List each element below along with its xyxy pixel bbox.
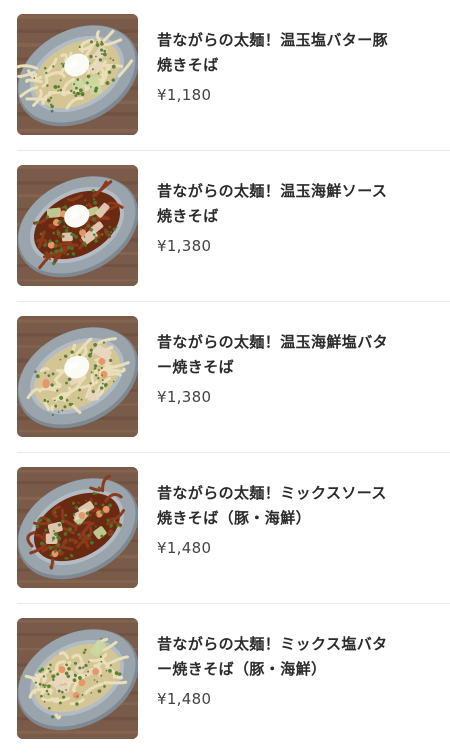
menu-item-price: ¥1,480 (157, 690, 212, 708)
menu-item-price: ¥1,180 (157, 86, 212, 104)
menu-item-info: 昔ながらの太麺！温玉海鮮塩バター焼きそば ¥1,380 (157, 330, 400, 406)
menu-item-info: 昔ながらの太麺！温玉塩バター豚焼きそば ¥1,180 (157, 28, 400, 104)
shio-butter-pork-yakisoba-photo[interactable] (17, 14, 138, 135)
menu-item-name: 昔ながらの太麺！温玉海鮮ソース焼きそば (157, 182, 388, 225)
food-photo (17, 316, 138, 437)
menu-item-info: 昔ながらの太麺！ミックスソース焼きそば（豚・海鮮） ¥1,480 (157, 481, 400, 557)
food-photo (17, 467, 138, 588)
seafood-sauce-yakisoba-photo[interactable] (17, 165, 138, 286)
menu-item-name: 昔ながらの太麺！ミックス塩バター焼きそば（豚・海鮮） (157, 635, 388, 678)
menu-item-price: ¥1,380 (157, 388, 212, 406)
food-photo (17, 14, 138, 135)
menu-item[interactable]: 昔ながらの太麺！温玉海鮮塩バター焼きそば ¥1,380 (0, 302, 450, 453)
food-photo (17, 165, 138, 286)
mix-sauce-yakisoba-photo[interactable] (17, 467, 138, 588)
menu-item[interactable]: 昔ながらの太麺！温玉海鮮ソース焼きそば ¥1,380 (0, 151, 450, 302)
menu-item[interactable]: 昔ながらの太麺！ミックス塩バター焼きそば（豚・海鮮） ¥1,480 (0, 604, 450, 755)
menu-item-price: ¥1,380 (157, 237, 212, 255)
menu-item[interactable]: 昔ながらの太麺！温玉塩バター豚焼きそば ¥1,180 (0, 0, 450, 151)
menu-item-info: 昔ながらの太麺！温玉海鮮ソース焼きそば ¥1,380 (157, 179, 400, 255)
menu-item-name: 昔ながらの太麺！温玉塩バター豚焼きそば (157, 31, 389, 74)
seafood-shio-butter-yakisoba-photo[interactable] (17, 316, 138, 437)
menu-item-price: ¥1,480 (157, 539, 212, 557)
mix-shio-butter-yakisoba-photo[interactable] (17, 618, 138, 739)
menu-item-name: 昔ながらの太麺！ミックスソース焼きそば（豚・海鮮） (157, 484, 387, 527)
food-photo (17, 618, 138, 739)
menu-item[interactable]: 昔ながらの太麺！ミックスソース焼きそば（豚・海鮮） ¥1,480 (0, 453, 450, 604)
menu-item-info: 昔ながらの太麺！ミックス塩バター焼きそば（豚・海鮮） ¥1,480 (157, 632, 400, 708)
menu-item-name: 昔ながらの太麺！温玉海鮮塩バター焼きそば (157, 333, 389, 376)
menu-list: 昔ながらの太麺！温玉塩バター豚焼きそば ¥1,180 昔ながらの太麺！温玉海鮮ソ… (0, 0, 450, 743)
